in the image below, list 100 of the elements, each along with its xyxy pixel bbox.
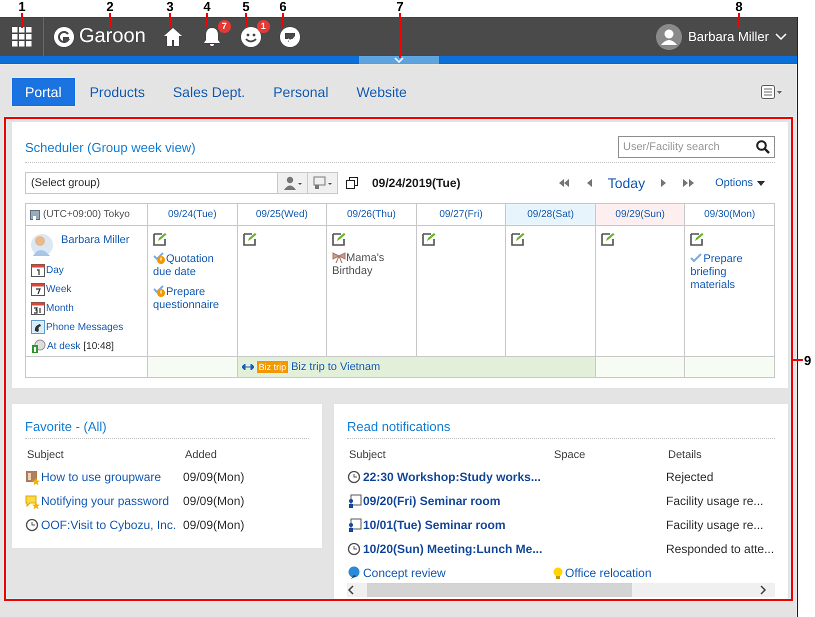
- details-text: Facility usage re...: [666, 494, 764, 508]
- date-cell-text: 09/09(Mon): [183, 517, 246, 534]
- portal-tab[interactable]: Portal: [12, 78, 75, 106]
- day-header[interactable]: 09/28(Sat): [506, 204, 596, 226]
- edit-icon[interactable]: [242, 232, 257, 246]
- event-title: Biz trip to Vietnam: [291, 361, 380, 373]
- column-header: Details: [667, 448, 703, 463]
- notification-link[interactable]: Concept review: [363, 566, 446, 580]
- notification-link[interactable]: 10/01(Tue) Seminar room: [363, 518, 506, 532]
- schedule-link[interactable]: Day: [46, 264, 64, 276]
- callout-number: 6: [278, 0, 288, 14]
- callout-number: 3: [165, 0, 175, 14]
- portal-tab[interactable]: Personal: [260, 78, 342, 106]
- check-icon: [690, 252, 704, 264]
- day-header[interactable]: 09/25(Wed): [238, 204, 328, 226]
- scroll-left-icon[interactable]: [347, 585, 355, 595]
- user-avatar-icon: [31, 232, 53, 258]
- portal-tab[interactable]: Website: [343, 78, 420, 106]
- list-menu-icon[interactable]: [761, 85, 783, 99]
- previous-week-icon[interactable]: [558, 179, 570, 187]
- clock-icon: [25, 518, 40, 532]
- schedule-link[interactable]: Month: [46, 302, 74, 314]
- message-star-icon: [25, 494, 40, 508]
- space-link[interactable]: Office relocation: [565, 566, 652, 580]
- notification-badge: 1: [256, 20, 270, 32]
- card-title[interactable]: Scheduler (Group week view): [25, 140, 196, 154]
- day-header[interactable]: 09/26(Thu): [327, 204, 417, 226]
- details-text: Facility usage re...: [666, 518, 764, 532]
- status-icon: [31, 339, 46, 353]
- todo-warning-icon: [153, 252, 166, 264]
- facility-icon: [312, 176, 332, 190]
- notification-link[interactable]: 22:30 Workshop:Study works...: [363, 470, 541, 484]
- callout-number: 2: [105, 0, 115, 14]
- user-select-button[interactable]: [278, 172, 308, 194]
- search-icon[interactable]: [756, 140, 770, 154]
- chat-icon[interactable]: [278, 26, 301, 48]
- schedule-link[interactable]: Phone Messages: [46, 322, 124, 332]
- edit-icon[interactable]: [153, 232, 167, 246]
- schedule-event[interactable]: Quotation due date: [153, 252, 232, 279]
- notification-link[interactable]: 10/20(Sun) Meeting:Lunch Me...: [363, 542, 542, 556]
- callout-number: 9: [804, 353, 812, 368]
- column-header: Subject: [348, 448, 387, 463]
- column-header: Added: [184, 448, 218, 463]
- edit-icon[interactable]: [332, 232, 346, 246]
- edit-icon[interactable]: [422, 232, 436, 246]
- user-name[interactable]: Barbara Miller: [61, 234, 130, 246]
- callout-number: 1: [17, 0, 27, 14]
- day-header[interactable]: 09/29(Sun): [596, 204, 686, 226]
- status-time: [10:48]: [83, 340, 114, 352]
- user-menu[interactable]: Barbara Miller: [656, 24, 787, 50]
- notification-link[interactable]: 09/20(Fri) Seminar room: [363, 494, 500, 508]
- group-select[interactable]: (Select group): [25, 172, 278, 194]
- favorite-link[interactable]: How to use groupware: [41, 470, 162, 484]
- horizontal-scrollbar[interactable]: [347, 583, 775, 597]
- scroll-right-icon[interactable]: [759, 585, 767, 595]
- facility-select-button[interactable]: [308, 172, 338, 194]
- speech-bubble-icon: [347, 566, 362, 580]
- today-link[interactable]: Today: [608, 175, 646, 191]
- ribbon-icon: [332, 252, 346, 263]
- edit-icon[interactable]: [690, 232, 704, 246]
- schedule-event[interactable]: Prepare questionnaire: [153, 285, 232, 312]
- favorite-link[interactable]: OOF:Visit to Cybozu, Inc.: [41, 518, 176, 532]
- schedule-event[interactable]: Prepare briefing materials: [690, 252, 769, 292]
- portal-tab[interactable]: Products: [76, 78, 158, 106]
- smiley-icon[interactable]: [240, 26, 262, 48]
- facility-icon: [347, 494, 362, 508]
- schedule-link[interactable]: Week: [46, 284, 72, 294]
- next-week-icon[interactable]: [683, 179, 696, 187]
- callout-number: 5: [241, 0, 251, 14]
- next-day-icon[interactable]: [661, 179, 668, 187]
- options-menu[interactable]: Options: [715, 177, 765, 189]
- callout-number: 4: [202, 0, 212, 14]
- date-cell-text: 09/09(Mon): [183, 493, 246, 510]
- chevron-down-icon: [394, 57, 404, 63]
- home-icon[interactable]: [162, 26, 184, 48]
- day-header[interactable]: 09/30(Mon): [685, 204, 775, 226]
- calendar-icon: [31, 263, 45, 277]
- day-header[interactable]: 09/24(Tue): [148, 204, 238, 226]
- favorite-link[interactable]: Notifying your password: [41, 494, 170, 508]
- notification-badge: 7: [218, 20, 231, 32]
- callout-number: 7: [395, 0, 405, 14]
- app-logo[interactable]: Garoon: [79, 25, 146, 48]
- schedule-event[interactable]: Mama's Birthday: [332, 252, 411, 278]
- portal-tab[interactable]: Sales Dept.: [160, 78, 258, 106]
- previous-day-icon[interactable]: [586, 179, 592, 187]
- card-title[interactable]: Favorite - (All): [25, 418, 107, 434]
- header-collapse-handle[interactable]: [358, 56, 438, 64]
- building-icon: [30, 210, 40, 220]
- schedule-link[interactable]: At desk: [47, 340, 80, 352]
- double-arrow-icon: [242, 364, 254, 370]
- column-header: Space: [553, 448, 586, 463]
- card-title[interactable]: Read notifications: [347, 418, 450, 434]
- calendar-icon: [31, 282, 45, 296]
- edit-icon[interactable]: [600, 232, 615, 246]
- copy-icon[interactable]: [346, 177, 358, 189]
- trip-banner[interactable]: Biz trip Biz trip to Vietnam: [238, 357, 596, 378]
- logo-icon: [54, 26, 74, 46]
- edit-icon[interactable]: [511, 232, 526, 246]
- facility-icon: [347, 518, 362, 532]
- lightbulb-icon: [552, 566, 564, 580]
